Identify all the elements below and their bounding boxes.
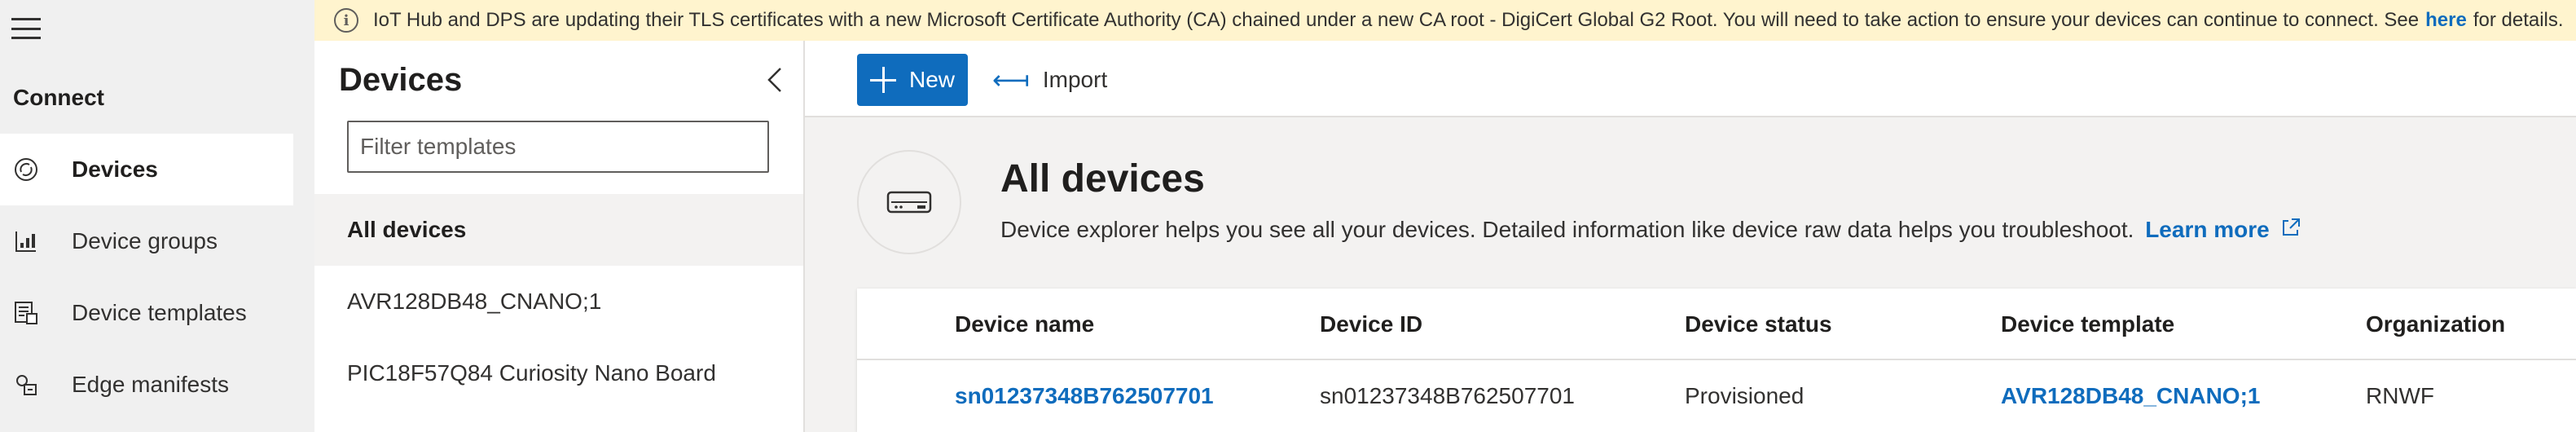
sidebar-item-device-templates[interactable]: Device templates [0, 277, 293, 349]
learn-more-link[interactable]: Learn more [2145, 217, 2270, 242]
import-arrow-icon: ⟻ [992, 65, 1030, 95]
import-button[interactable]: ⟻ Import [992, 54, 1107, 106]
column-header-device-template[interactable]: Device template [2001, 289, 2174, 360]
banner-text-end: for details. [2473, 9, 2564, 31]
device-illustration-icon [857, 150, 961, 254]
info-icon: i [334, 8, 358, 33]
table-header: Device name Device ID Device status Devi… [857, 289, 2576, 360]
table-row[interactable]: sn01237348B762507701 sn01237348B76250770… [857, 360, 2576, 432]
device-groups-icon [13, 228, 39, 254]
plus-icon [870, 67, 896, 93]
template-item-avr128db48[interactable]: AVR128DB48_CNANO;1 [314, 266, 803, 337]
organization-cell: RNWF [2366, 383, 2434, 408]
hamburger-menu-icon[interactable] [11, 18, 41, 39]
device-id-cell: sn01237348B762507701 [1320, 383, 1575, 408]
new-button-label: New [909, 67, 956, 92]
column-header-device-name[interactable]: Device name [955, 289, 1094, 360]
collapse-pane-chevron-left-icon[interactable] [763, 65, 787, 95]
external-link-icon[interactable] [2280, 217, 2301, 238]
template-item-all-devices[interactable]: All devices [314, 194, 803, 266]
sidebar-item-label: Device templates [72, 300, 247, 325]
pane-title: Devices [339, 62, 463, 98]
filter-templates-input[interactable] [347, 121, 769, 173]
sidebar-item-edge-manifests[interactable]: Edge manifests [0, 349, 293, 421]
page-description: Device explorer helps you see all your d… [1000, 217, 2301, 243]
column-header-device-status[interactable]: Device status [1685, 289, 1832, 360]
sidebar-item-device-groups[interactable]: Device groups [0, 205, 293, 277]
new-device-button[interactable]: New [857, 54, 968, 106]
device-templates-icon [13, 300, 39, 326]
import-button-label: Import [1042, 67, 1108, 92]
device-status-cell: Provisioned [1685, 383, 1805, 408]
page-title: All devices [1000, 157, 1205, 201]
certificate-warning-banner: i IoT Hub and DPS are updating their TLS… [314, 0, 2576, 41]
sidebar-item-label: Edge manifests [72, 372, 229, 397]
sidebar-item-label: Devices [72, 156, 158, 182]
devices-table: Device name Device ID Device status Devi… [857, 289, 2576, 432]
main-content: All devices Device explorer helps you se… [805, 117, 2576, 432]
device-name-link[interactable]: sn01237348B762507701 [955, 360, 1214, 432]
left-navigation: Connect Devices Device groups Device tem… [0, 0, 314, 432]
description-text: Device explorer helps you see all your d… [1000, 217, 2134, 242]
column-header-organization[interactable]: Organization [2366, 289, 2505, 360]
banner-here-link[interactable]: here [2425, 9, 2467, 32]
device-template-link[interactable]: AVR128DB48_CNANO;1 [2001, 360, 2260, 432]
column-header-device-id[interactable]: Device ID [1320, 289, 1422, 360]
sidebar-item-devices[interactable]: Devices [0, 134, 293, 205]
templates-pane: Devices All devices AVR128DB48_CNANO;1 P… [314, 41, 805, 432]
devices-icon [13, 156, 39, 183]
sidebar-item-label: Device groups [72, 228, 218, 253]
command-bar: New ⟻ Import [805, 41, 2576, 117]
edge-manifests-icon [13, 372, 39, 398]
template-item-pic18f57q84[interactable]: PIC18F57Q84 Curiosity Nano Board [314, 337, 803, 409]
banner-text: IoT Hub and DPS are updating their TLS c… [373, 9, 2420, 31]
nav-section-title: Connect [13, 85, 104, 110]
